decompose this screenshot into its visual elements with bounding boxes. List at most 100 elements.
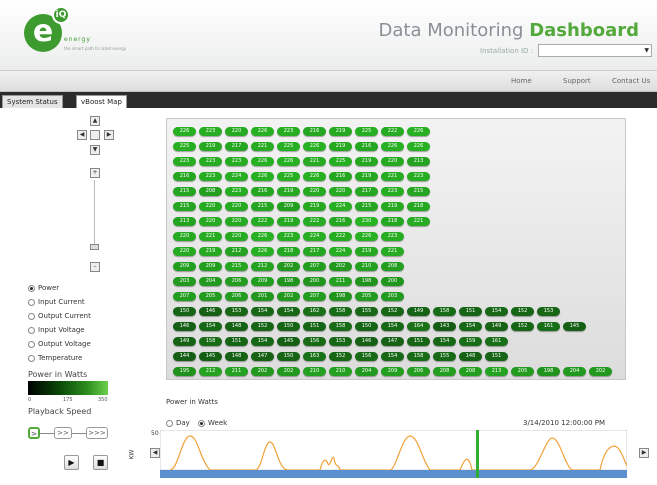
vboost-cell[interactable]: 151 [459, 307, 482, 316]
vboost-cell[interactable]: 219 [355, 157, 378, 166]
vboost-cell[interactable]: 220 [173, 247, 196, 256]
vboost-cell[interactable]: 212 [199, 367, 222, 376]
vboost-cell[interactable]: 223 [199, 157, 222, 166]
vboost-cell[interactable]: 163 [303, 352, 326, 361]
vboost-cell[interactable]: 213 [485, 367, 508, 376]
vboost-cell[interactable]: 224 [303, 232, 326, 241]
vboost-cell[interactable]: 219 [355, 172, 378, 181]
speed-2x-button[interactable]: >> [54, 427, 72, 439]
stop-button[interactable]: ■ [93, 455, 108, 470]
vboost-cell[interactable]: 151 [225, 337, 248, 346]
vboost-cell[interactable]: 215 [407, 187, 430, 196]
vboost-cell[interactable]: 152 [381, 307, 404, 316]
vboost-cell[interactable]: 220 [303, 187, 326, 196]
vboost-cell[interactable]: 203 [381, 292, 404, 301]
vboost-cell[interactable]: 215 [173, 202, 196, 211]
vboost-cell[interactable]: 219 [329, 142, 352, 151]
vboost-cell[interactable]: 222 [303, 217, 326, 226]
vboost-cell[interactable]: 153 [329, 337, 352, 346]
vboost-cell[interactable]: 226 [355, 232, 378, 241]
vboost-cell[interactable]: 225 [173, 142, 196, 151]
vboost-cell[interactable]: 224 [225, 172, 248, 181]
vboost-cell[interactable]: 164 [407, 322, 430, 331]
vboost-cell[interactable]: 223 [381, 187, 404, 196]
vboost-cell[interactable]: 154 [485, 307, 508, 316]
vboost-cell[interactable]: 226 [303, 172, 326, 181]
vboost-cell[interactable]: 219 [355, 247, 378, 256]
vboost-cell[interactable]: 154 [459, 322, 482, 331]
vboost-cell[interactable]: 203 [173, 277, 196, 286]
zoom-in-icon[interactable]: + [90, 168, 100, 178]
vboost-cell[interactable]: 215 [225, 262, 248, 271]
vboost-cell[interactable]: 158 [433, 307, 456, 316]
vboost-cell[interactable]: 204 [199, 277, 222, 286]
vboost-cell[interactable]: 209 [251, 277, 274, 286]
vboost-cell[interactable]: 216 [173, 172, 196, 181]
vboost-cell[interactable]: 198 [537, 367, 560, 376]
radio-day[interactable]: Day [166, 419, 190, 427]
vboost-cell[interactable]: 220 [329, 187, 352, 196]
vboost-cell[interactable]: 223 [277, 232, 300, 241]
vboost-cell[interactable]: 223 [277, 127, 300, 136]
vboost-cell[interactable]: 155 [433, 352, 456, 361]
vboost-cell[interactable]: 198 [355, 277, 378, 286]
radio-input-voltage[interactable]: Input Voltage [28, 326, 85, 334]
vboost-cell[interactable]: 150 [277, 352, 300, 361]
zoom-slider-thumb[interactable] [90, 244, 99, 250]
vboost-cell[interactable]: 220 [173, 232, 196, 241]
vboost-cell[interactable]: 153 [225, 307, 248, 316]
vboost-cell[interactable]: 216 [329, 172, 352, 181]
vboost-cell[interactable]: 205 [511, 367, 534, 376]
vboost-cell[interactable]: 162 [303, 307, 326, 316]
vboost-cell[interactable]: 148 [459, 352, 482, 361]
vboost-cell[interactable]: 226 [251, 157, 274, 166]
vboost-cell[interactable]: 150 [355, 322, 378, 331]
vboost-cell[interactable]: 223 [407, 172, 430, 181]
vboost-cell[interactable]: 210 [329, 367, 352, 376]
vboost-cell[interactable]: 207 [173, 292, 196, 301]
vboost-cell[interactable]: 156 [355, 352, 378, 361]
vboost-cell[interactable]: 219 [199, 247, 222, 256]
tab-system-status[interactable]: System Status [2, 95, 63, 108]
vboost-cell[interactable]: 152 [511, 322, 534, 331]
vboost-cell[interactable]: 219 [277, 187, 300, 196]
vboost-cell[interactable]: 209 [277, 202, 300, 211]
vboost-cell[interactable]: 202 [277, 292, 300, 301]
vboost-cell[interactable]: 226 [251, 232, 274, 241]
vboost-cell[interactable]: 219 [329, 127, 352, 136]
vboost-cell[interactable]: 215 [355, 202, 378, 211]
vboost-cell[interactable]: 144 [173, 352, 196, 361]
vboost-cell[interactable]: 154 [251, 337, 274, 346]
vboost-cell[interactable]: 145 [199, 352, 222, 361]
vboost-cell[interactable]: 152 [329, 352, 352, 361]
vboost-cell[interactable]: 220 [199, 202, 222, 211]
vboost-cell[interactable]: 218 [277, 247, 300, 256]
pan-right-icon[interactable]: ▶ [104, 130, 114, 140]
vboost-cell[interactable]: 216 [303, 127, 326, 136]
vboost-cell[interactable]: 146 [355, 337, 378, 346]
vboost-cell[interactable]: 154 [277, 307, 300, 316]
vboost-cell[interactable]: 150 [277, 322, 300, 331]
vboost-cell[interactable]: 221 [381, 172, 404, 181]
vboost-cell[interactable]: 210 [303, 367, 326, 376]
vboost-cell[interactable]: 149 [173, 337, 196, 346]
vboost-cell[interactable]: 222 [251, 217, 274, 226]
tab-vboost-map[interactable]: vBoost Map [76, 95, 127, 108]
vboost-cell[interactable]: 208 [459, 367, 482, 376]
vboost-cell[interactable]: 155 [355, 307, 378, 316]
vboost-cell[interactable]: 230 [355, 217, 378, 226]
vboost-cell[interactable]: 147 [381, 337, 404, 346]
vboost-cell[interactable]: 207 [303, 262, 326, 271]
vboost-cell[interactable]: 213 [173, 217, 196, 226]
vboost-cell[interactable]: 202 [277, 262, 300, 271]
vboost-cell[interactable]: 225 [277, 172, 300, 181]
vboost-cell[interactable]: 222 [381, 127, 404, 136]
vboost-cell[interactable]: 220 [225, 232, 248, 241]
radio-week[interactable]: Week [198, 419, 227, 427]
vboost-cell[interactable]: 209 [199, 262, 222, 271]
vboost-cell[interactable]: 212 [225, 247, 248, 256]
chart-scroll-right-icon[interactable]: ▶ [639, 448, 649, 458]
vboost-cell[interactable]: 151 [485, 352, 508, 361]
vboost-cell[interactable]: 147 [251, 352, 274, 361]
vboost-cell[interactable]: 152 [251, 322, 274, 331]
